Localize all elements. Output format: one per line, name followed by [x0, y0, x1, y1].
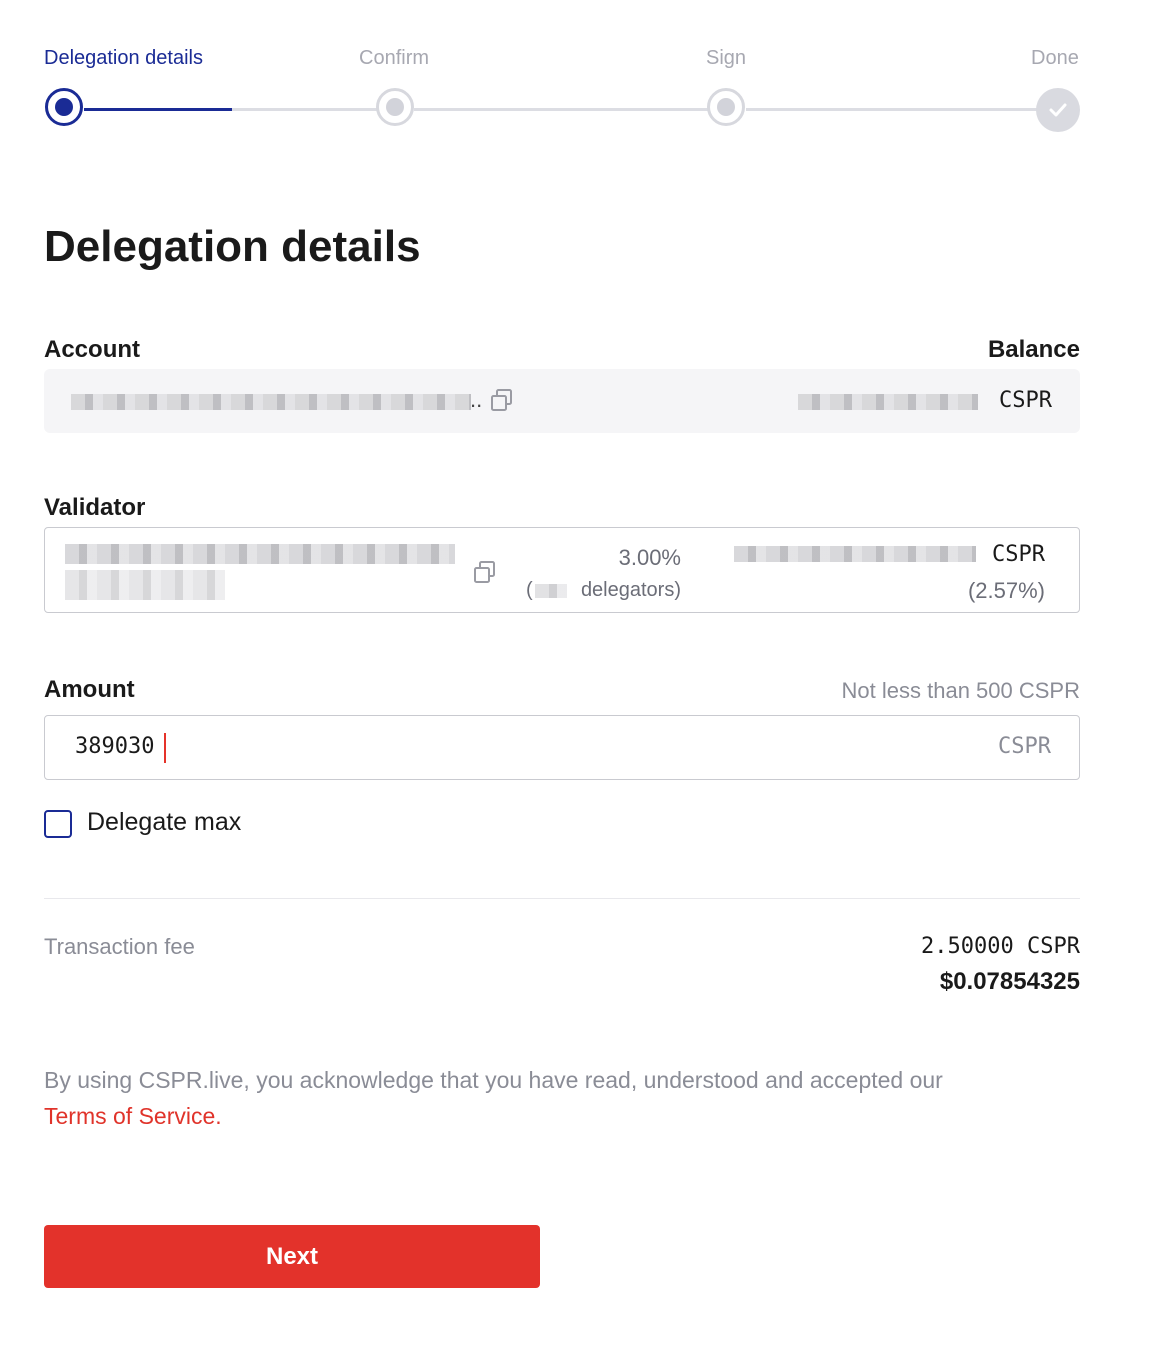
validator-fee: 3.00% — [618, 545, 681, 570]
check-icon — [1049, 103, 1067, 117]
delegate-max-label[interactable]: Delegate max — [87, 808, 241, 837]
step-track — [414, 108, 710, 111]
account-address-redacted — [71, 394, 471, 410]
step-track — [232, 108, 378, 111]
balance-amount-redacted — [798, 394, 978, 410]
account-field: .. CSPR — [44, 369, 1080, 433]
amount-unit: CSPR — [998, 734, 1051, 759]
step-label-done: Done — [1031, 47, 1079, 69]
step-node-done — [1036, 88, 1080, 132]
amount-minimum-hint: Not less than 500 CSPR — [841, 678, 1080, 703]
delegators-count-redacted — [535, 584, 567, 598]
terms-notice-text: By using CSPR.live, you acknowledge that… — [44, 1067, 943, 1093]
validator-stake-unit: CSPR — [992, 542, 1045, 567]
step-label-delegation-details: Delegation details — [44, 47, 203, 69]
terms-of-service-link[interactable]: Terms of Service. — [44, 1103, 222, 1129]
step-node-confirm — [376, 88, 414, 126]
balance-label: Balance — [987, 336, 1080, 363]
validator-label: Validator — [44, 494, 146, 521]
step-node-current — [45, 88, 83, 126]
page-title: Delegation details — [44, 222, 421, 271]
validator-avatar-redacted — [65, 570, 225, 600]
account-address-ellipsis: .. — [470, 387, 483, 412]
text-caret — [164, 733, 166, 763]
validator-select[interactable]: 3.00% ( delegators) CSPR (2.57%) — [44, 527, 1080, 613]
transaction-fee-cspr: 2.50000 CSPR — [921, 934, 1080, 959]
step-label-confirm: Confirm — [359, 47, 430, 69]
validator-name-redacted — [65, 544, 455, 564]
step-progress-track — [84, 108, 232, 111]
delegators-paren: ( — [526, 579, 533, 601]
terms-notice: By using CSPR.live, you acknowledge that… — [44, 1062, 943, 1134]
delegators-label: delegators) — [580, 579, 681, 601]
validator-stake-redacted — [734, 546, 976, 562]
amount-input[interactable]: 389030 CSPR — [44, 715, 1080, 780]
transaction-fee-label: Transaction fee — [44, 934, 195, 959]
step-track — [746, 108, 1039, 111]
amount-value: 389030 — [75, 734, 155, 759]
validator-stake-share: (2.57%) — [967, 578, 1045, 603]
amount-label: Amount — [44, 676, 135, 703]
account-label: Account — [44, 336, 140, 363]
copy-icon[interactable] — [473, 560, 497, 584]
step-node-sign — [707, 88, 745, 126]
balance-unit: CSPR — [999, 388, 1052, 413]
transaction-fee-usd: $0.07854325 — [939, 968, 1080, 995]
next-button[interactable]: Next — [44, 1225, 540, 1288]
step-label-sign: Sign — [706, 47, 747, 69]
copy-icon[interactable] — [490, 388, 514, 412]
divider — [44, 898, 1080, 899]
delegate-max-checkbox[interactable] — [44, 810, 72, 838]
